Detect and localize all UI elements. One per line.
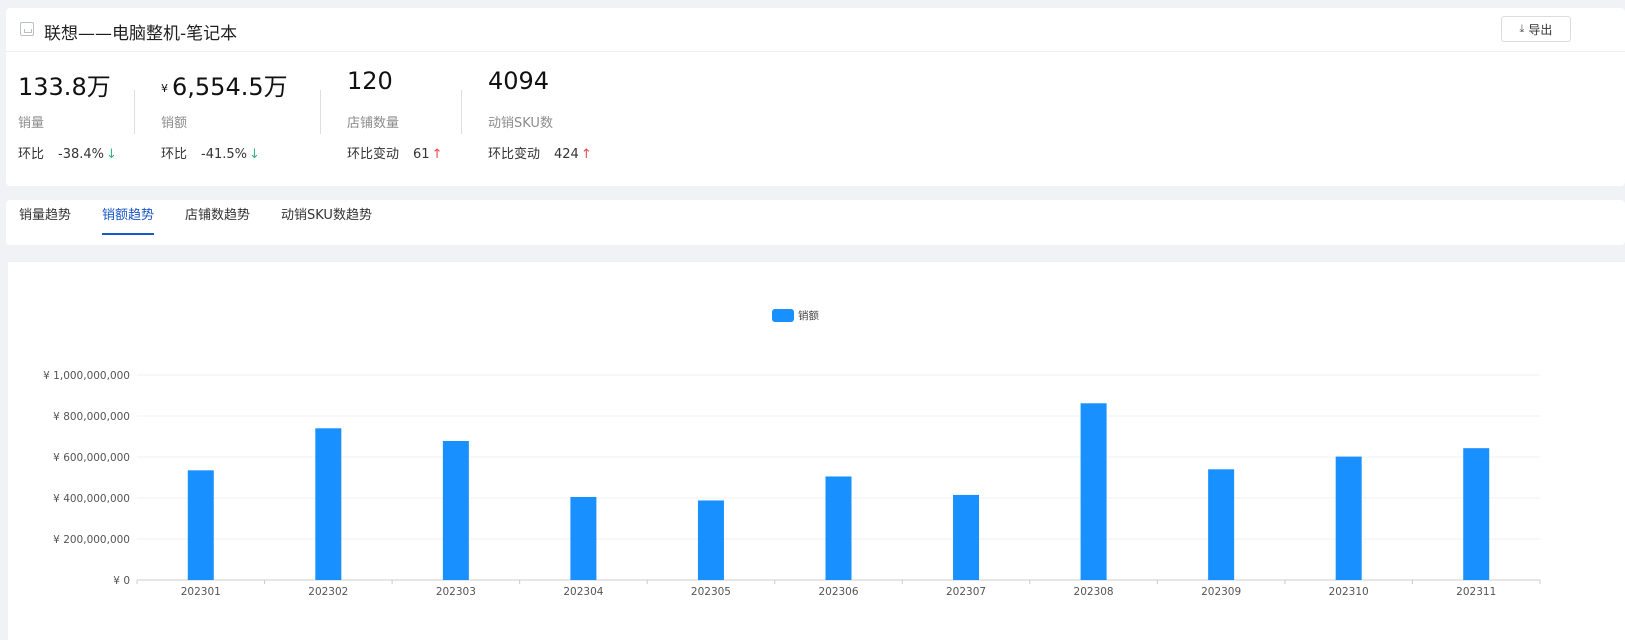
metric-label: 销量 bbox=[18, 116, 45, 131]
y-tick-label: ¥ 1,000,000,000 bbox=[43, 370, 130, 382]
x-tick-label: 202308 bbox=[1074, 586, 1114, 598]
download-icon: ⤓ bbox=[1519, 22, 1525, 35]
x-tick-label: 202301 bbox=[181, 586, 221, 598]
legend-label: 销额 bbox=[798, 309, 819, 322]
x-tick-label: 202304 bbox=[563, 586, 603, 598]
y-tick-label: ¥ 200,000,000 bbox=[53, 534, 130, 546]
metric-change: 环比 -38.4% ↓ bbox=[18, 143, 117, 162]
metric-change: 环比 -41.5% ↓ bbox=[161, 143, 260, 162]
bar bbox=[825, 476, 852, 580]
report-icon bbox=[20, 22, 34, 36]
metric-value: ¥6,554.5万 bbox=[161, 67, 288, 102]
bar bbox=[442, 441, 469, 580]
change-label: 环比变动 bbox=[488, 147, 541, 162]
x-tick-label: 202302 bbox=[308, 586, 348, 598]
change-value: 61 bbox=[413, 147, 430, 162]
x-tick-label: 202311 bbox=[1456, 586, 1496, 598]
bar bbox=[697, 500, 724, 580]
change-label: 环比 bbox=[161, 147, 188, 162]
metric-change: 环比变动 424 ↑ bbox=[488, 143, 592, 162]
change-value: -41.5% bbox=[201, 147, 248, 162]
page-title: 联想——电脑整机-笔记本 bbox=[44, 24, 238, 44]
x-tick-label: 202310 bbox=[1329, 586, 1369, 598]
arrow-up-icon: ↑ bbox=[580, 147, 592, 162]
metric-label: 销额 bbox=[161, 116, 188, 131]
arrow-down-icon: ↓ bbox=[106, 147, 117, 162]
bar bbox=[187, 470, 214, 580]
arrow-up-icon: ↑ bbox=[431, 147, 443, 162]
divider bbox=[134, 90, 135, 134]
header-bar: 联想——电脑整机-笔记本 ⤓ 导出 bbox=[6, 8, 1625, 52]
tab-sales-amount-trend[interactable]: 销额趋势 bbox=[102, 200, 155, 245]
chart-card: ¥ 0 ¥ 200,000,000 ¥ 400,000,000 ¥ 600,000,0… bbox=[8, 261, 1625, 640]
bar bbox=[953, 494, 980, 580]
metric-value: 4094 bbox=[488, 67, 550, 95]
y-tick-label: ¥ 600,000,000 bbox=[53, 452, 130, 464]
metric-value: 133.8万 bbox=[18, 73, 111, 101]
export-label: 导出 bbox=[1528, 22, 1553, 37]
bar-chart: ¥ 0 ¥ 200,000,000 ¥ 400,000,000 ¥ 600,000,0… bbox=[43, 309, 1541, 598]
divider bbox=[461, 90, 462, 134]
change-value: -38.4% bbox=[58, 147, 105, 162]
bar bbox=[315, 428, 342, 580]
summary-card: 联想——电脑整机-笔记本 ⤓ 导出 133.8万 销量 环比 -38.4% ↓ ¥6… bbox=[6, 8, 1625, 186]
bar bbox=[1080, 403, 1107, 580]
y-tick-label: ¥ 800,000,000 bbox=[53, 411, 130, 423]
tab-active-sku-trend[interactable]: 动销SKU数趋势 bbox=[281, 200, 372, 245]
x-tick-label: 202309 bbox=[1201, 586, 1241, 598]
y-tick-label: ¥ 0 bbox=[113, 575, 130, 587]
bar bbox=[1208, 469, 1235, 580]
export-button[interactable]: ⤓ 导出 bbox=[1501, 16, 1571, 42]
x-tick-label: 202303 bbox=[436, 586, 476, 598]
y-tick-label: ¥ 400,000,000 bbox=[53, 493, 130, 505]
tab-sales-volume-trend[interactable]: 销量趋势 bbox=[19, 200, 71, 245]
divider bbox=[320, 90, 321, 134]
tab-store-count-trend[interactable]: 店铺数趋势 bbox=[185, 200, 250, 245]
arrow-down-icon: ↓ bbox=[249, 147, 260, 162]
trend-tabs: 销量趋势 销额趋势 店铺数趋势 动销SKU数趋势 bbox=[6, 200, 1625, 245]
metric-change: 环比变动 61 ↑ bbox=[347, 143, 442, 162]
currency-symbol: ¥ bbox=[161, 81, 168, 95]
metric-value-number: 6,554.5万 bbox=[172, 73, 288, 101]
bar bbox=[1463, 448, 1490, 580]
metric-label: 店铺数量 bbox=[347, 116, 400, 131]
x-tick-label: 202306 bbox=[818, 586, 858, 598]
bar bbox=[570, 496, 597, 580]
legend-swatch bbox=[772, 309, 794, 322]
change-value: 424 bbox=[554, 147, 579, 162]
metric-value: 120 bbox=[347, 67, 393, 95]
change-label: 环比 bbox=[18, 147, 45, 162]
x-tick-label: 202307 bbox=[946, 586, 986, 598]
change-label: 环比变动 bbox=[347, 147, 400, 162]
bar bbox=[1335, 456, 1362, 580]
x-tick-label: 202305 bbox=[691, 586, 731, 598]
metric-label: 动销SKU数 bbox=[488, 116, 553, 131]
